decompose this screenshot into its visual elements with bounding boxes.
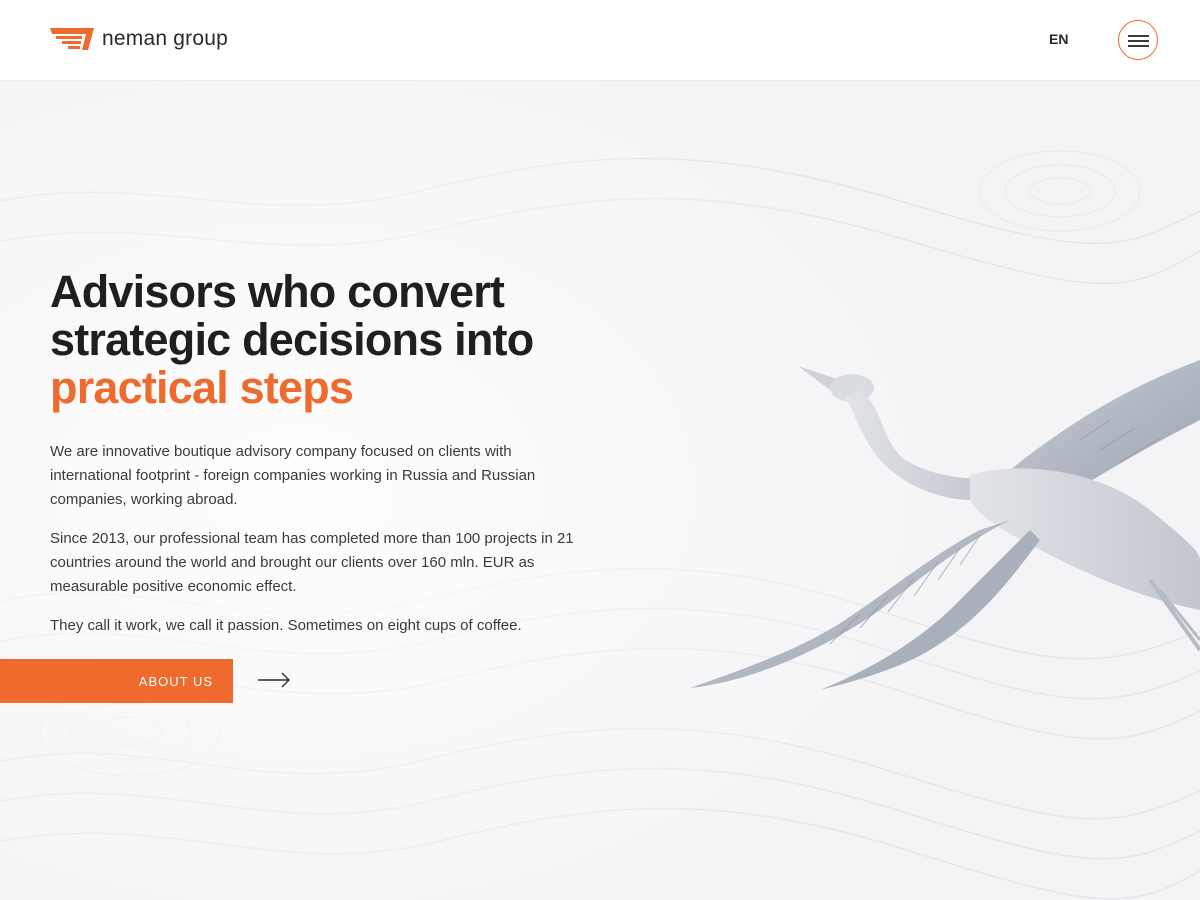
site-header: neman group EN [0,0,1200,81]
hamburger-icon [1128,45,1149,47]
logo-wing-icon [50,28,94,50]
stats-paragraph: Since 2013, our professional team has co… [50,530,574,595]
tagline-paragraph: They call it work, we call it passion. S… [50,617,522,634]
language-switcher[interactable]: EN [1049,31,1068,47]
hero-section: Advisors who convert strategic decisions… [50,268,610,638]
hero-headline: Advisors who convert strategic decisions… [50,268,610,412]
headline-line: Advisors who convert [50,266,505,317]
headline-line: strategic decisions into [50,314,534,365]
about-us-button[interactable]: ABOUT US [0,659,233,703]
flying-crane-image [690,360,1200,690]
hamburger-icon [1128,35,1149,37]
logo[interactable]: neman group [50,26,228,52]
arrow-right-icon[interactable] [257,671,291,689]
hamburger-icon [1128,40,1149,42]
about-us-label: ABOUT US [138,673,213,689]
intro-paragraph: We are innovative boutique advisory comp… [50,443,536,508]
menu-button[interactable] [1118,20,1158,60]
logo-text: neman group [102,27,228,50]
page: neman group EN Advisors who convert stra… [0,0,1200,900]
headline-accent: practical steps [50,362,354,413]
